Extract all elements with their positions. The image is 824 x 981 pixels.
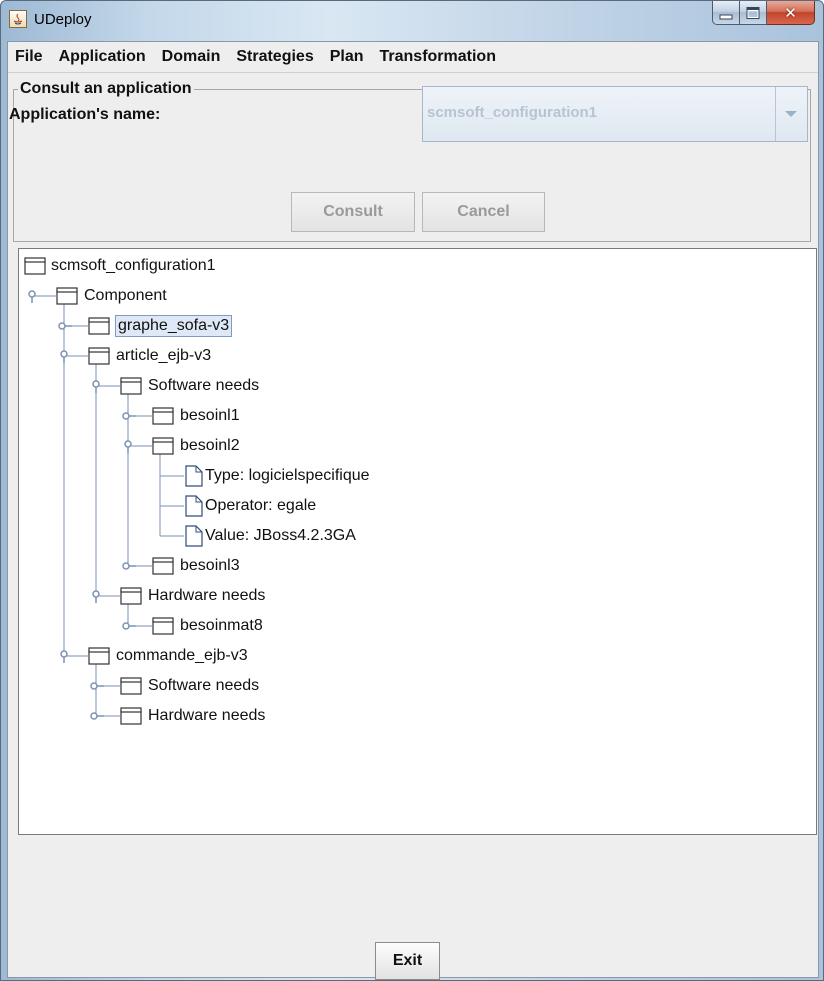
menu-application[interactable]: Application [51, 42, 154, 72]
tree-node-label[interactable]: Hardware needs [148, 706, 265, 726]
file-icon [185, 525, 203, 547]
close-icon: ✕ [784, 3, 797, 22]
folder-tab [56, 287, 78, 293]
application-name-combobox[interactable]: scmsoft_configuration1 [422, 86, 808, 142]
chevron-down-icon[interactable] [775, 87, 807, 141]
tree-leaf-label[interactable]: Value: JBoss4.2.3GA [205, 526, 356, 546]
expanded-toggle-icon [124, 440, 132, 448]
folder-icon [88, 650, 110, 665]
tree-node-label[interactable]: scmsoft_configuration1 [51, 256, 216, 276]
collapsed-toggle-icon [122, 412, 130, 420]
java-app-icon [9, 10, 27, 28]
folder-icon [24, 260, 46, 275]
folder-icon [152, 560, 174, 575]
folder-tab [120, 377, 142, 383]
collapsed-toggle-icon [122, 562, 130, 570]
menu-bar: File Application Domain Strategies Plan … [8, 42, 818, 73]
folder-tab [152, 617, 174, 623]
tree-node-label[interactable]: commande_ejb-v3 [116, 646, 248, 666]
folder-tab [88, 347, 110, 353]
file-icon [185, 465, 203, 487]
folder-icon [56, 290, 78, 305]
tree-connectors [24, 257, 203, 725]
application-tree[interactable]: scmsoft_configuration1 Component graphe_so… [18, 248, 817, 835]
collapsed-toggle-icon [58, 322, 66, 330]
tree-node-label[interactable]: graphe_sofa-v3 [114, 315, 233, 337]
collapsed-toggle-icon [122, 622, 130, 630]
folder-tab [152, 437, 174, 443]
folder-tab [120, 677, 142, 683]
window-controls: ✕ [712, 1, 815, 27]
minimize-icon [719, 14, 733, 19]
folder-tab [152, 557, 174, 563]
tree-node-label[interactable]: article_ejb-v3 [116, 346, 211, 366]
expanded-toggle-icon [92, 380, 100, 388]
tree-node-label[interactable]: Software needs [148, 676, 259, 696]
folder-tab [120, 707, 142, 713]
folder-icon [120, 710, 142, 725]
tree-leaf-label[interactable]: Operator: egale [205, 496, 316, 516]
folder-icon [152, 620, 174, 635]
tree-leaf-label[interactable]: Type: logicielspecifique [205, 466, 370, 486]
menu-plan[interactable]: Plan [322, 42, 372, 72]
folder-icon [152, 440, 174, 455]
file-icon [185, 495, 203, 517]
tree-node-label[interactable]: Component [84, 286, 167, 306]
tree-node-label[interactable]: Software needs [148, 376, 259, 396]
menu-strategies[interactable]: Strategies [228, 42, 321, 72]
tree-node-label[interactable]: besoinmat8 [180, 616, 263, 636]
maximize-icon [746, 6, 760, 19]
tree-node-label[interactable]: besoinl2 [180, 436, 240, 456]
window-title: UDeploy [34, 11, 92, 28]
exit-button[interactable]: Exit [375, 942, 440, 980]
folder-icon [88, 320, 110, 335]
application-name-label: Application's name: [9, 106, 161, 123]
tree-node-label[interactable]: besoinl3 [180, 556, 240, 576]
folder-tab [24, 257, 46, 263]
expanded-toggle-icon [28, 290, 36, 298]
collapsed-toggle-icon [90, 712, 98, 720]
combobox-value: scmsoft_configuration1 [427, 104, 598, 121]
cancel-button[interactable]: Cancel [422, 192, 545, 232]
tree-node-label[interactable]: Hardware needs [148, 586, 265, 606]
expanded-toggle-icon [60, 350, 68, 358]
menu-transformation[interactable]: Transformation [372, 42, 504, 72]
application-window: UDeploy ✕ File Application Domain Strate… [0, 0, 824, 981]
folder-tab [88, 317, 110, 323]
folder-tab [152, 407, 174, 413]
consult-button[interactable]: Consult [291, 192, 415, 232]
folder-icon [120, 590, 142, 605]
expanded-toggle-icon [60, 650, 68, 658]
menu-domain[interactable]: Domain [154, 42, 229, 72]
minimize-button[interactable] [712, 1, 740, 25]
folder-tab [120, 587, 142, 593]
client-area: File Application Domain Strategies Plan … [7, 41, 819, 980]
folder-icon [152, 410, 174, 425]
close-button[interactable]: ✕ [767, 1, 815, 25]
folder-icon [120, 680, 142, 695]
consult-group-title: Consult an application [20, 80, 192, 97]
folder-icon [88, 350, 110, 365]
collapsed-toggle-icon [90, 682, 98, 690]
expanded-toggle-icon [92, 590, 100, 598]
title-bar[interactable]: UDeploy ✕ [1, 1, 823, 41]
maximize-button[interactable] [740, 1, 767, 25]
menu-file[interactable]: File [8, 42, 51, 72]
tree-node-label[interactable]: besoinl1 [180, 406, 240, 426]
folder-icon [120, 380, 142, 395]
folder-tab [88, 647, 110, 653]
